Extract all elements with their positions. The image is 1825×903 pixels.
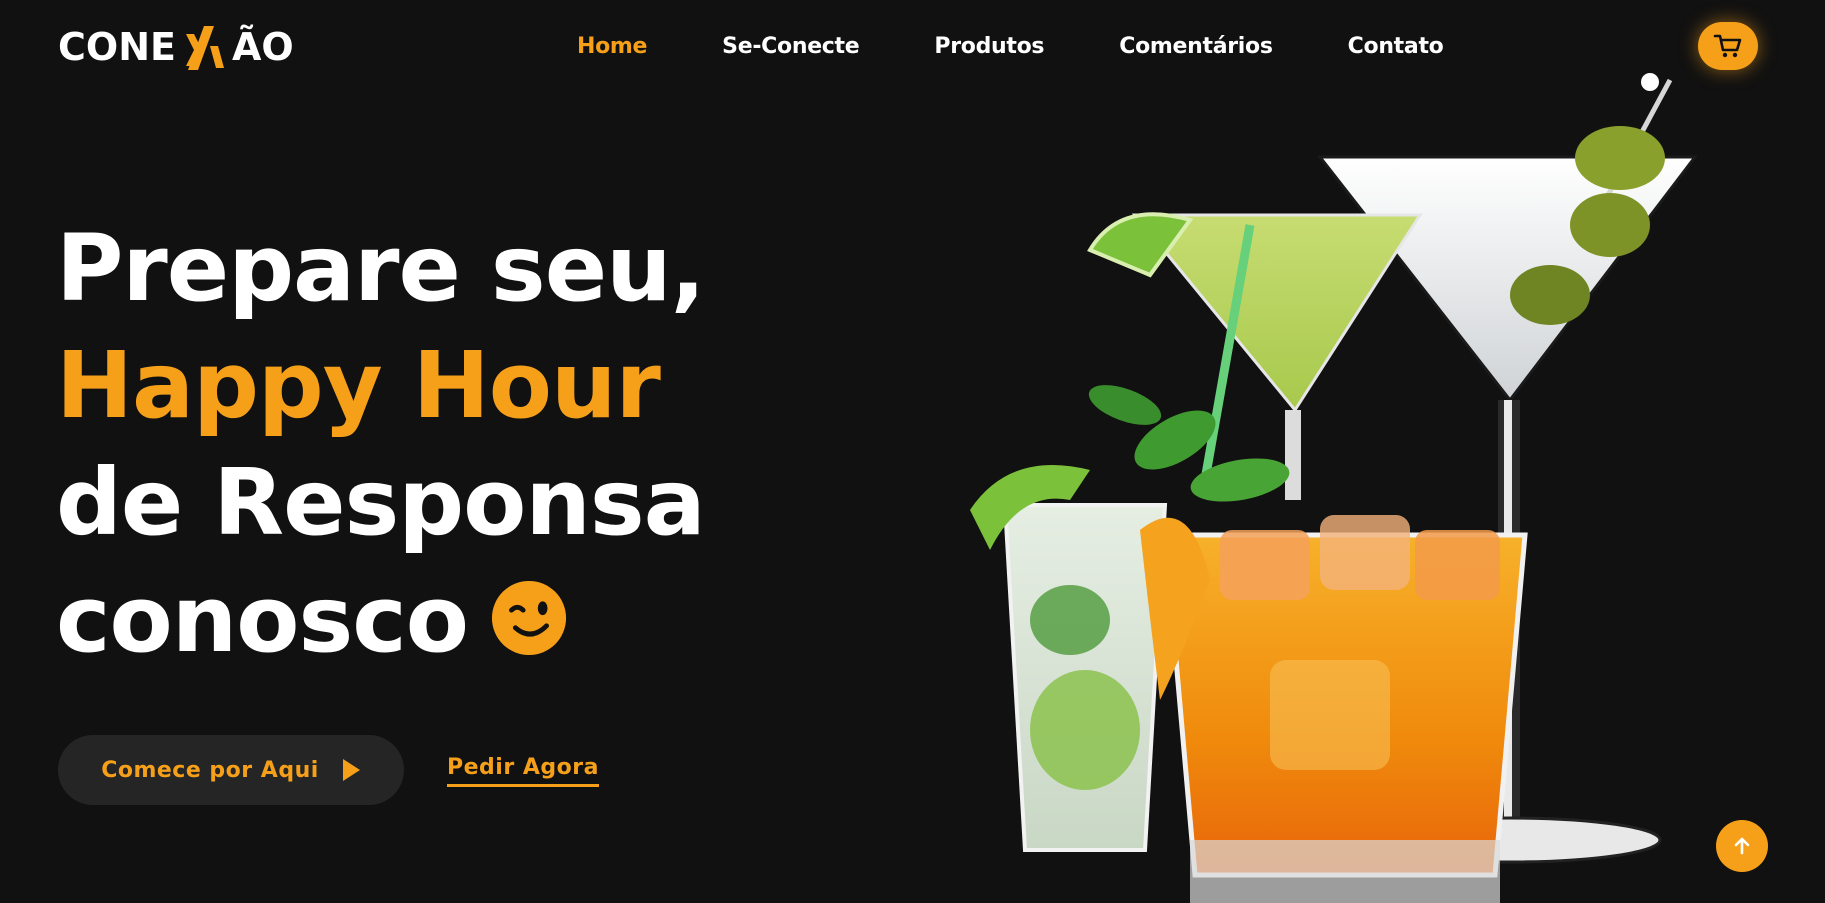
brand-logo[interactable]: CONE ÃO: [58, 22, 294, 72]
shopping-cart-icon: [1713, 34, 1742, 58]
order-now-link[interactable]: Pedir Agora: [447, 755, 599, 787]
hero-line-1: Prepare seu,: [56, 215, 706, 322]
nav-produtos[interactable]: Produtos: [934, 34, 1044, 59]
nav-se-conecte[interactable]: Se-Conecte: [722, 34, 860, 59]
logo-x-mark-icon: [185, 26, 224, 70]
hero-headline: Prepare seu, Happy Hour de Responsa cono…: [56, 210, 706, 678]
hero-line-4-text: conosco: [56, 566, 469, 673]
arrow-up-icon: [1734, 837, 1750, 855]
hero-line-3: de Responsa: [56, 449, 706, 556]
hero-line-2-highlight: Happy Hour: [56, 332, 661, 439]
start-here-label: Comece por Aqui: [101, 757, 319, 783]
nav-home[interactable]: Home: [577, 34, 647, 59]
logo-text-left: CONE: [58, 25, 176, 69]
cocktails-image: [970, 73, 1699, 903]
logo-text-right: ÃO: [231, 25, 294, 69]
nav-comentarios[interactable]: Comentários: [1119, 34, 1273, 59]
start-here-button[interactable]: Comece por Aqui: [58, 735, 404, 805]
page: CONE ÃO Home Se-Conecte Produtos Comentá…: [0, 0, 1825, 903]
hero-line-4: conosco: [56, 561, 705, 678]
play-arrow-icon: [342, 759, 360, 781]
nav-contato[interactable]: Contato: [1348, 34, 1444, 59]
main-nav: Home Se-Conecte Produtos Comentários Con…: [577, 28, 1444, 64]
winking-face-icon: [491, 580, 567, 656]
back-to-top-button[interactable]: [1716, 820, 1768, 872]
